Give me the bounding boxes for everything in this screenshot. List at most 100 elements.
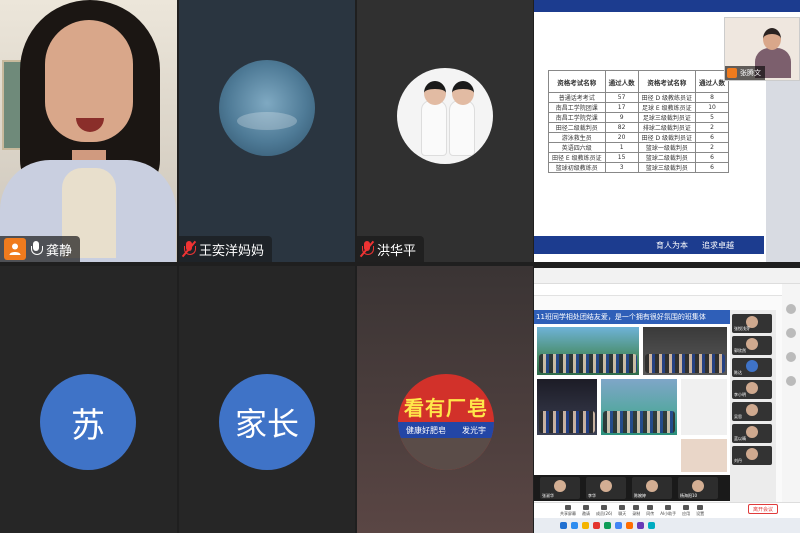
avatar-initial: 家长 [219,374,315,470]
microphone-icon [30,241,43,257]
toolbar-chat[interactable]: 聊天 [618,504,626,517]
side-action-icon[interactable] [786,352,796,362]
table-cell: 6 [695,162,730,173]
toolbar-members[interactable]: 成员(26) [596,504,612,517]
video-tile-participant-3[interactable]: 洪华平 [357,0,533,262]
avatar-shop-photo: 看有厂皂 健康好肥皂 发光宇 [398,374,494,470]
side-participant[interactable]: 吴思 [732,402,772,421]
taskbar-app-icon[interactable] [582,522,589,529]
table-row: 田径二级裁判员 82 排球二级裁判员证 2 [548,122,730,133]
side-action-icon[interactable] [786,304,796,314]
strip-participant[interactable]: 陈婉婷 [632,477,672,499]
table-cell: 10 [695,102,730,113]
participant-sidebar: 张悦浅芽 郭欣然 陈达 李小明 吴思 蓝以晴 刘丹 [730,310,776,502]
side-participant-name: 吴思 [734,414,742,419]
side-participant[interactable]: 郭欣然 [732,336,772,355]
strip-participant[interactable]: 李华 [586,477,626,499]
table-cell: 英语四六级 [548,142,606,153]
taskbar-app-icon[interactable] [626,522,633,529]
side-participant[interactable]: 刘丹 [732,446,772,465]
table-cell: 1 [604,142,639,153]
taskbar-app-icon[interactable] [648,522,655,529]
table-row: 田径 E 级教练员证 15 篮球二级裁判员 6 [548,152,730,163]
table-cell: 田径 E 级教练员证 [548,152,606,163]
participant-name: 龚静 [46,243,73,259]
toolbar-apps[interactable]: 应用 [682,504,690,517]
table-cell: 田径二级裁判员 [548,122,606,133]
taskbar-app-icon[interactable] [593,522,600,529]
slide-footer-bar: 育人为本 追求卓越 [534,236,764,254]
video-tile-participant-1[interactable]: 龚静 [0,0,177,262]
side-participant[interactable]: 陈达 [732,358,772,377]
taskbar-app-icon[interactable] [571,522,578,529]
strip-participant-name: 杨海阳10 [680,493,698,498]
table-cell: 篮球二级裁判员 [637,152,697,163]
presenter-video-thumbnail[interactable]: 张腾文 [724,17,800,81]
table-cell: 6 [695,152,730,163]
toolbar-invite[interactable]: 邀请 [582,504,590,517]
table-row: 南昌工学院党课 9 足球三级裁判员证 5 [548,112,730,123]
avatar-photo-child-1 [421,81,447,156]
start-icon[interactable] [560,522,567,529]
taskbar-app-icon[interactable] [615,522,622,529]
right-side-icons [782,284,800,502]
toolbar-share-screen[interactable]: 共享屏幕 [560,504,576,517]
host-user-icon [4,238,26,260]
strip-participant[interactable]: 杨海阳10 [678,477,718,499]
table-cell: 8 [695,92,730,103]
side-action-icon[interactable] [786,328,796,338]
presenter-name: 张腾文 [740,69,761,77]
table-cell: 田径 D 级裁判员证 [637,132,697,143]
strip-participant-name: 陈婉婷 [634,493,646,498]
side-action-icon[interactable] [786,376,796,386]
participant-name: 王奕洋妈妈 [199,243,265,259]
toolbar-ai-assistant[interactable]: AI小助手 [660,504,676,517]
participant-name-bar: 龚静 [0,236,81,262]
toolbar-settings[interactable]: 设置 [696,504,704,517]
table-cell: 篮球三级裁判员 [637,162,697,173]
slide-caption: 11班同学相处团结友爱，是一个拥有很好氛围的班集体 [534,310,730,324]
strip-participant[interactable]: 张淑华 [540,477,580,499]
presenter-name-bar: 张腾文 [725,66,765,80]
toolbar-interpret[interactable]: 同传 [646,504,654,517]
table-header: 资格考试名称 [548,70,606,93]
table-cell: 57 [604,92,639,103]
table-cell: 游泳救生员 [548,132,606,143]
host-user-icon [727,68,737,78]
slide-footer-text-1: 育人为本 [656,240,688,250]
table-header: 资格考试名称 [637,70,697,93]
leave-meeting-button[interactable]: 离开会议 [748,504,778,514]
class-photo-4 [600,378,678,436]
taskbar-app-icon[interactable] [637,522,644,529]
table-header-row: 资格考试名称 通过人数 资格考试名称 通过人数 [548,70,730,93]
side-participant[interactable]: 蓝以晴 [732,424,772,443]
table-row: 英语四六级 1 篮球一级裁判员 2 [548,142,730,153]
video-tile-participant-4[interactable]: 苏 [0,266,177,533]
side-participant[interactable]: 李小明 [732,380,772,399]
table-cell: 排球二级裁判员证 [637,122,697,133]
shop-sign-subtext: 健康好肥皂 发光宇 [398,422,494,438]
table-cell: 田径 D 级教练员证 [637,92,697,103]
avatar-moon-image [219,60,315,156]
side-participant-name: 刘丹 [734,458,742,463]
table-cell: 2 [695,122,730,133]
video-tile-participant-2[interactable]: 王奕洋妈妈 [179,0,355,262]
table-row: 南昌工学院团课 17 足球 E 级教练员证 10 [548,102,730,113]
toolbar-record[interactable]: 录制 [632,504,640,517]
video-tile-participant-5[interactable]: 家长 [179,266,355,533]
class-photo-5 [680,378,728,436]
table-cell: 5 [695,112,730,123]
slide-side-panel [766,80,800,262]
class-photo-6 [680,438,728,473]
table-cell: 17 [604,102,639,113]
side-participant[interactable]: 张悦浅芽 [732,314,772,333]
participant-name-bar: 洪华平 [357,236,425,262]
side-participant-name: 张悦浅芽 [734,326,750,331]
table-cell: 2 [695,142,730,153]
shared-screen-meeting-window[interactable]: 11班同学相处团结友爱，是一个拥有很好氛围的班集体 张悦浅芽 郭欣然 陈达 李小… [534,268,800,533]
taskbar-app-icon[interactable] [604,522,611,529]
table-header: 通过人数 [604,70,639,93]
video-tile-participant-6[interactable]: 看有厂皂 健康好肥皂 发光宇 [357,266,533,533]
side-participant-name: 李小明 [734,392,746,397]
table-cell: 足球三级裁判员证 [637,112,697,123]
